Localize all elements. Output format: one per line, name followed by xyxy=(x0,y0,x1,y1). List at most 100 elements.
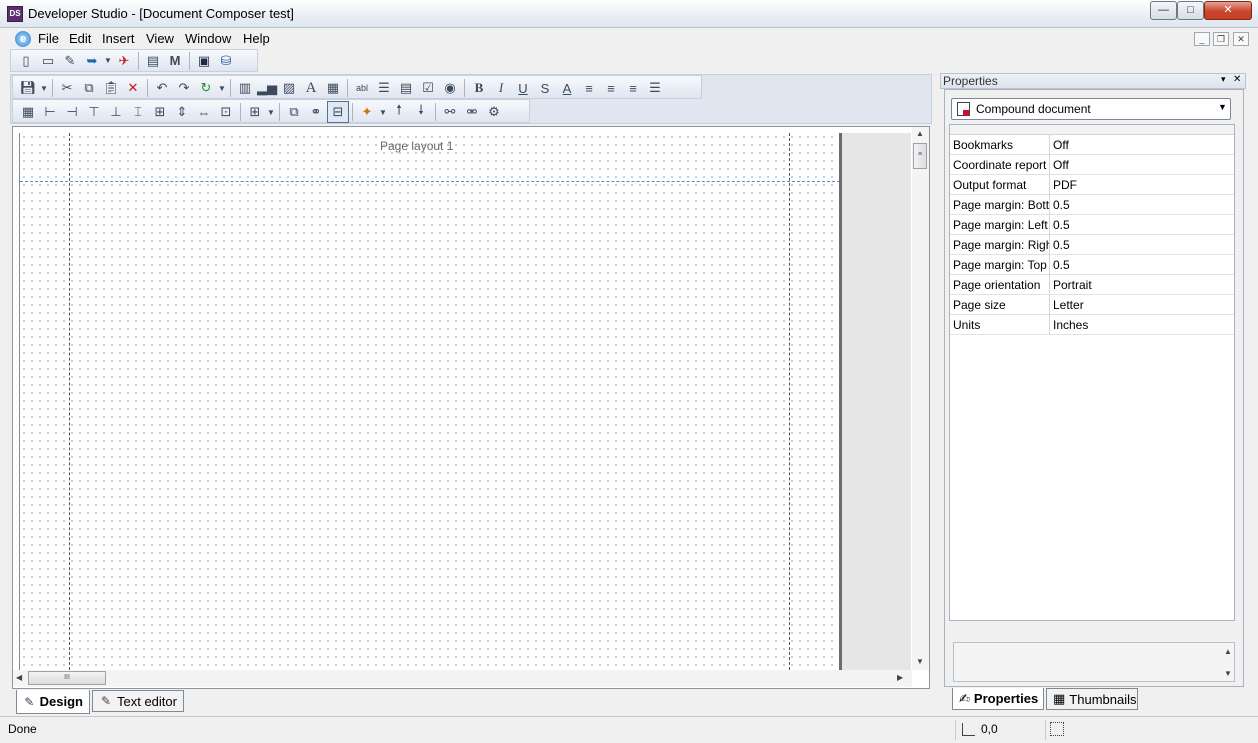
paste-icon[interactable]: 📋︎ xyxy=(100,77,122,99)
new-section-icon[interactable]: ✦ xyxy=(356,101,378,123)
breakdown-icon[interactable]: ⚙ xyxy=(483,101,505,123)
align-rights-icon[interactable]: ⊣ xyxy=(61,101,83,123)
center-horizontal-icon[interactable]: ⊞ xyxy=(149,101,171,123)
table-dropdown-icon[interactable]: ▼ xyxy=(266,101,276,123)
same-width-icon[interactable]: ⇔ xyxy=(193,101,215,123)
property-value[interactable]: PDF xyxy=(1053,178,1077,192)
chevron-down-icon[interactable]: ▼ xyxy=(1218,102,1227,112)
combo-icon[interactable]: ▤ xyxy=(395,77,417,99)
run-icon[interactable]: ➥ xyxy=(81,50,103,72)
ungroup-icon[interactable]: ⚮ xyxy=(461,101,483,123)
property-value[interactable]: Off xyxy=(1053,158,1069,172)
vertical-scrollbar[interactable]: ▲ ≡ ▼ xyxy=(912,127,929,670)
property-value[interactable]: Portrait xyxy=(1053,278,1092,292)
vertical-scroll-thumb[interactable]: ≡ xyxy=(913,143,927,169)
align-bottoms-icon[interactable]: ⊥ xyxy=(105,101,127,123)
dropdown-icon[interactable]: ▼ xyxy=(103,50,113,72)
same-height-icon[interactable]: ⇕ xyxy=(171,101,193,123)
property-row[interactable]: Page size Letter xyxy=(950,295,1234,315)
right-margin-guide[interactable] xyxy=(789,133,790,670)
cut-icon[interactable]: ✂ xyxy=(56,77,78,99)
italic-icon[interactable]: I xyxy=(490,77,512,99)
desc-scroll-down-icon[interactable]: ▼ xyxy=(1224,669,1232,678)
center-vertical-icon[interactable]: ⌶ xyxy=(127,101,149,123)
report-icon[interactable]: ▥ xyxy=(234,77,256,99)
desc-scroll-up-icon[interactable]: ▲ xyxy=(1224,647,1232,656)
align-tops-icon[interactable]: ⊤ xyxy=(83,101,105,123)
mdi-icon[interactable]: M xyxy=(164,50,186,72)
database-icon[interactable]: ⛁ xyxy=(215,50,237,72)
table-icon[interactable]: ⊞ xyxy=(244,101,266,123)
menu-insert[interactable]: Insert xyxy=(102,31,135,46)
property-row[interactable]: Page orientation Portrait xyxy=(950,275,1234,295)
document-icon[interactable]: e xyxy=(15,31,31,47)
text-icon[interactable]: A xyxy=(300,77,322,99)
maximize-button[interactable]: □ xyxy=(1177,1,1204,20)
new-icon[interactable]: ▯ xyxy=(15,50,37,72)
radio-icon[interactable]: ◉ xyxy=(439,77,461,99)
tab-design[interactable]: ✎ Design xyxy=(16,690,90,714)
textbox-icon[interactable]: abl xyxy=(351,77,373,99)
minimize-button[interactable]: — xyxy=(1150,1,1177,20)
align-lefts-icon[interactable]: ⊢ xyxy=(39,101,61,123)
same-size-icon[interactable]: ⊡ xyxy=(215,101,237,123)
undo-icon[interactable]: ↶ xyxy=(151,77,173,99)
property-row[interactable]: Page margin: Bottom 0.5 xyxy=(950,195,1234,215)
scroll-left-icon[interactable]: ◀ xyxy=(16,673,22,682)
mdi-close-button[interactable]: ✕ xyxy=(1233,32,1249,46)
property-row[interactable]: Page margin: Right 0.5 xyxy=(950,235,1234,255)
property-value[interactable]: 0.5 xyxy=(1053,258,1070,272)
group-icon[interactable]: ⚯ xyxy=(439,101,461,123)
image-icon[interactable]: ▨ xyxy=(278,77,300,99)
property-value[interactable]: 0.5 xyxy=(1053,198,1070,212)
refresh-icon[interactable]: ↻ xyxy=(195,77,217,99)
panel-close-icon[interactable]: ✕ xyxy=(1233,74,1241,85)
property-row[interactable]: Units Inches xyxy=(950,315,1234,335)
move-up-icon[interactable]: 🠕 xyxy=(388,101,410,123)
terminal-icon[interactable]: ▣ xyxy=(193,50,215,72)
scroll-down-icon[interactable]: ▼ xyxy=(916,657,924,666)
font-color-icon[interactable]: A xyxy=(556,77,578,99)
menu-edit[interactable]: Edit xyxy=(69,31,91,46)
property-row[interactable]: Bookmarks Off xyxy=(950,135,1234,155)
mdi-restore-button[interactable]: ❐ xyxy=(1213,32,1229,46)
layout-icon[interactable]: ⊟ xyxy=(327,101,349,123)
left-margin-guide[interactable] xyxy=(69,133,70,670)
align-right-icon[interactable]: ≡ xyxy=(622,77,644,99)
edit-icon[interactable]: ✎ xyxy=(59,50,81,72)
list-icon[interactable]: ☰ xyxy=(373,77,395,99)
new-section-dropdown-icon[interactable]: ▼ xyxy=(378,101,388,123)
save-icon[interactable]: 💾︎ xyxy=(17,77,39,99)
chart-icon[interactable]: ▂▅ xyxy=(256,77,278,99)
page-canvas[interactable]: Page layout 1 xyxy=(19,133,839,670)
save-dropdown-icon[interactable]: ▼ xyxy=(39,77,49,99)
panel-menu-icon[interactable]: ▾ xyxy=(1221,74,1226,85)
property-row[interactable]: Output format PDF xyxy=(950,175,1234,195)
horizontal-scroll-thumb[interactable]: III xyxy=(28,671,106,685)
property-row[interactable]: Coordinate report Off xyxy=(950,155,1234,175)
scroll-up-icon[interactable]: ▲ xyxy=(916,129,924,138)
delete-icon[interactable]: ✕ xyxy=(122,77,144,99)
property-value[interactable]: Off xyxy=(1053,138,1069,152)
strikethrough-icon[interactable]: S xyxy=(534,77,556,99)
property-value[interactable]: Inches xyxy=(1053,318,1088,332)
menu-view[interactable]: View xyxy=(146,31,174,46)
refresh-dropdown-icon[interactable]: ▼ xyxy=(217,77,227,99)
property-value[interactable]: 0.5 xyxy=(1053,218,1070,232)
properties-icon[interactable]: ▤ xyxy=(142,50,164,72)
menu-file[interactable]: File xyxy=(38,31,59,46)
tab-thumbnails[interactable]: ▦ Thumbnails xyxy=(1046,688,1138,710)
menu-help[interactable]: Help xyxy=(243,31,270,46)
justify-icon[interactable]: ☰ xyxy=(644,77,666,99)
link-icon[interactable]: ⧉ xyxy=(283,101,305,123)
move-down-icon[interactable]: 🠗 xyxy=(410,101,432,123)
checkbox-icon[interactable]: ☑ xyxy=(417,77,439,99)
align-left-icon[interactable]: ≡ xyxy=(578,77,600,99)
close-button[interactable]: ✕ xyxy=(1204,1,1252,20)
menu-window[interactable]: Window xyxy=(185,31,231,46)
connect-icon[interactable]: ⚭ xyxy=(305,101,327,123)
object-selector[interactable]: Compound document ▼ xyxy=(951,98,1231,120)
redo-icon[interactable]: ↷ xyxy=(173,77,195,99)
tab-properties[interactable]: ✍ Properties xyxy=(952,688,1044,710)
show-grid-icon[interactable]: ▦ xyxy=(17,101,39,123)
